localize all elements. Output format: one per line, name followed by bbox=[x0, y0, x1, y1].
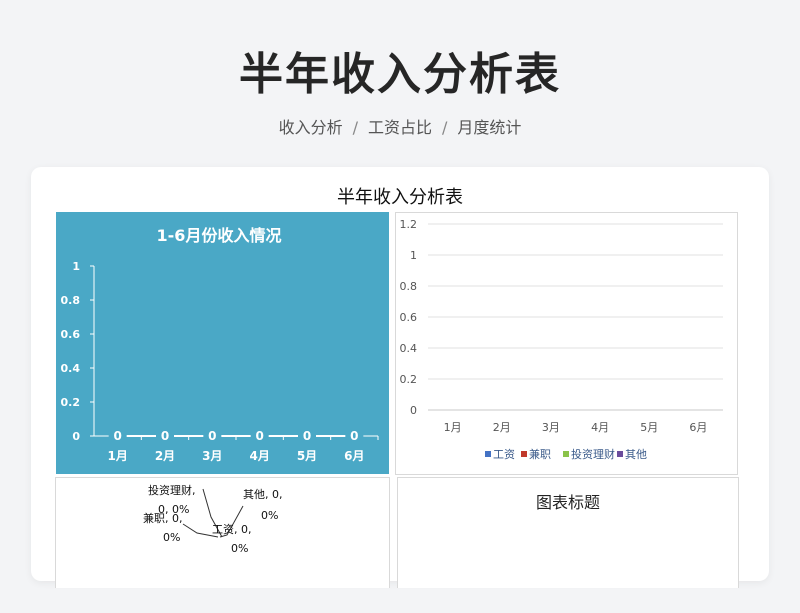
data-label: 0 bbox=[303, 429, 311, 443]
x-tick-label: 3月 bbox=[542, 421, 560, 434]
y-tick-label: 0.6 bbox=[400, 311, 418, 324]
legend-label: 投资理财 bbox=[571, 447, 615, 461]
pie-label-name: 其他, 0, bbox=[243, 488, 283, 501]
pie-label-name: 兼职, 0, bbox=[143, 512, 183, 525]
legend-swatch bbox=[563, 451, 569, 457]
y-tick-label: 0.6 bbox=[61, 328, 81, 341]
y-tick-label: 0.2 bbox=[400, 373, 418, 386]
page-title: 半年收入分析表 bbox=[239, 49, 561, 100]
chart-background bbox=[56, 212, 389, 474]
y-tick-label: 0 bbox=[410, 404, 417, 417]
y-tick-label: 1 bbox=[72, 260, 80, 273]
legend-label: 兼职 bbox=[529, 448, 551, 461]
x-tick-label: 2月 bbox=[493, 421, 511, 434]
y-tick-label: 0.2 bbox=[61, 396, 81, 409]
breadcrumb-separator: / bbox=[442, 118, 448, 137]
pie-label-value: 0% bbox=[261, 509, 278, 522]
y-tick-label: 0.8 bbox=[400, 280, 418, 293]
pie-label-value: 0% bbox=[163, 531, 180, 544]
data-label: 0 bbox=[113, 429, 121, 443]
y-tick-label: 0.4 bbox=[400, 342, 418, 355]
y-tick-label: 1.2 bbox=[400, 218, 418, 231]
x-tick-label: 1月 bbox=[107, 449, 127, 463]
x-tick-label: 6月 bbox=[344, 449, 364, 463]
y-tick-label: 0 bbox=[72, 430, 80, 443]
legend-swatch bbox=[521, 451, 527, 457]
x-tick-label: 5月 bbox=[640, 421, 658, 434]
data-label: 0 bbox=[255, 429, 263, 443]
breadcrumb-item-income-analysis[interactable]: 收入分析 bbox=[279, 118, 343, 137]
x-tick-label: 5月 bbox=[297, 449, 317, 463]
chart-title: 图表标题 bbox=[536, 493, 600, 512]
legend-label: 其他 bbox=[625, 448, 647, 461]
x-tick-label: 6月 bbox=[689, 421, 707, 434]
y-tick-label: 0.4 bbox=[61, 362, 81, 375]
data-label: 0 bbox=[208, 429, 216, 443]
data-label: 0 bbox=[350, 429, 358, 443]
breadcrumb-item-salary-share[interactable]: 工资占比 bbox=[368, 118, 432, 137]
pie-label-name: 工资, 0, bbox=[212, 523, 252, 536]
x-tick-label: 4月 bbox=[591, 421, 609, 434]
x-tick-label: 2月 bbox=[155, 449, 175, 463]
x-tick-label: 4月 bbox=[249, 449, 269, 463]
pie-label-name: 投资理财, bbox=[148, 483, 196, 497]
monthly-income-line-chart: 1-6月份收入情况 0 0.2 0.4 0.6 0.8 1 1月 2月 3月 4月 5月 6月 0 0… bbox=[56, 212, 389, 474]
y-tick-label: 0.8 bbox=[61, 294, 81, 307]
breadcrumb-separator: / bbox=[352, 118, 358, 137]
y-tick-label: 1 bbox=[410, 249, 417, 262]
legend-label: 工资 bbox=[493, 448, 515, 461]
empty-chart: 图表标题 bbox=[536, 493, 600, 512]
x-tick-label: 3月 bbox=[202, 449, 222, 463]
income-share-pie-chart: 投资理财,0, 0%其他, 0,0%兼职, 0,0%工资, 0,0% bbox=[143, 483, 283, 555]
x-tick-label: 1月 bbox=[444, 421, 462, 434]
income-category-bar-chart: 0 0.2 0.4 0.6 0.8 1 1.2 1月 2月 3月 4月 5月 6月 工资 兼职 投资理财其… bbox=[400, 218, 723, 461]
legend-swatch bbox=[617, 451, 623, 457]
pie-label-value: 0% bbox=[231, 542, 248, 555]
data-label: 0 bbox=[161, 429, 169, 443]
breadcrumb: 收入分析 / 工资占比 / 月度统计 bbox=[0, 114, 800, 138]
sheet-title: 半年收入分析表 bbox=[337, 187, 463, 208]
legend-swatch bbox=[485, 451, 491, 457]
chart-title: 1-6月份收入情况 bbox=[157, 226, 282, 245]
breadcrumb-item-monthly-stats[interactable]: 月度统计 bbox=[457, 118, 521, 137]
